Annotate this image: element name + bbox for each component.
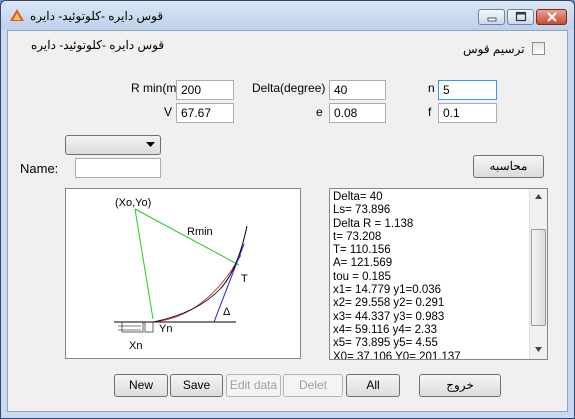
result-line: Delta R = 1.138: [333, 217, 414, 230]
result-line: Delta= 40: [333, 191, 383, 203]
results-textbox[interactable]: Delta= 40 Ls= 73.896 Delta R = 1.138 t= 73.…: [329, 188, 548, 360]
yn-label: Yn: [159, 323, 172, 335]
results-list: Delta= 40 Ls= 73.896 Delta R = 1.138 t= 73.…: [330, 191, 461, 360]
title-bar[interactable]: قوس دایره -کلوتوئید- دایره: [1, 1, 574, 30]
v-label: V: [164, 105, 173, 119]
delete-button[interactable]: Delet: [283, 374, 343, 397]
rmin-label-diagram: Rmin: [187, 226, 213, 238]
scroll-up-icon[interactable]: [535, 194, 542, 199]
result-line: x1= 14.779 y1=0.036: [333, 284, 442, 297]
chevron-down-icon: [146, 142, 155, 147]
rmin-label: R min(m): [131, 81, 181, 95]
yn-marker: [144, 321, 154, 333]
n-label: n: [428, 81, 435, 95]
result-line: X0= 37.106 Y0= 201.137: [333, 350, 461, 360]
new-button[interactable]: New: [114, 374, 168, 397]
delta-input[interactable]: [329, 80, 386, 100]
e-input[interactable]: [329, 103, 386, 123]
scroll-thumb[interactable]: [531, 229, 546, 326]
e-label: e: [316, 105, 323, 119]
diagram-panel: (Xo,Yo) Rmin T Δ Yn Xn: [65, 188, 301, 359]
scroll-down-icon[interactable]: [535, 347, 542, 352]
n-input[interactable]: [438, 80, 497, 100]
result-line: x4= 59.116 y4= 2.33: [333, 323, 438, 336]
save-button[interactable]: Save: [170, 374, 223, 397]
result-line: tou = 0.185: [333, 270, 391, 283]
results-scrollbar[interactable]: [529, 189, 547, 359]
rmin-input[interactable]: [176, 80, 234, 100]
draw-arc-checkbox[interactable]: [532, 42, 545, 55]
draw-arc-label: ترسیم قوس: [463, 42, 525, 56]
delta-symbol-label: Δ: [223, 306, 231, 318]
project-dropdown[interactable]: [65, 135, 161, 155]
close-icon: [546, 12, 557, 22]
clothoid-curve: [152, 287, 222, 323]
xn-marker: [121, 321, 144, 333]
t-label: T: [241, 273, 248, 285]
all-button[interactable]: All: [346, 374, 400, 397]
exit-button[interactable]: خروج: [419, 374, 501, 397]
maximize-button[interactable]: [507, 9, 534, 25]
name-input[interactable]: [75, 158, 161, 178]
minimize-button[interactable]: [478, 9, 505, 25]
app-icon: [10, 9, 24, 21]
minimize-icon: [487, 17, 496, 22]
window-title: قوس دایره -کلوتوئید- دایره: [30, 9, 164, 23]
f-input[interactable]: [438, 103, 497, 123]
result-line: x2= 29.558 y2= 0.291: [333, 297, 445, 310]
center-vertical-line: [134, 208, 154, 320]
result-line: T= 110.156: [333, 244, 391, 257]
form-body: قوس دایره -کلوتوئید- دایره ترسیم قوس R m…: [7, 30, 568, 412]
delta-label: Delta(degree): [252, 81, 326, 95]
f-label: f: [428, 105, 432, 119]
result-line: t= 73.208: [333, 230, 382, 243]
result-line: x3= 44.337 y3= 0.983: [333, 310, 445, 323]
form-subtitle: قوس دایره -کلوتوئید- دایره: [31, 38, 165, 52]
edit-data-button[interactable]: Edit data: [226, 374, 281, 397]
calculate-button[interactable]: محاسبه: [473, 155, 544, 178]
clothoid-diagram: (Xo,Yo) Rmin T Δ Yn Xn: [114, 197, 248, 352]
xn-label: Xn: [129, 340, 142, 352]
xoyo-label: (Xo,Yo): [115, 197, 151, 209]
result-line: A= 121.569: [333, 257, 393, 270]
app-window: قوس دایره -کلوتوئید- دایره قوس دایره -کل…: [0, 0, 575, 419]
result-line: x5= 73.895 y5= 4.55: [333, 337, 438, 350]
close-button[interactable]: [536, 9, 567, 25]
maximize-icon: [515, 11, 526, 22]
name-label: Name:: [20, 161, 59, 176]
result-line: Ls= 73.896: [333, 204, 391, 217]
v-input[interactable]: [176, 103, 234, 123]
